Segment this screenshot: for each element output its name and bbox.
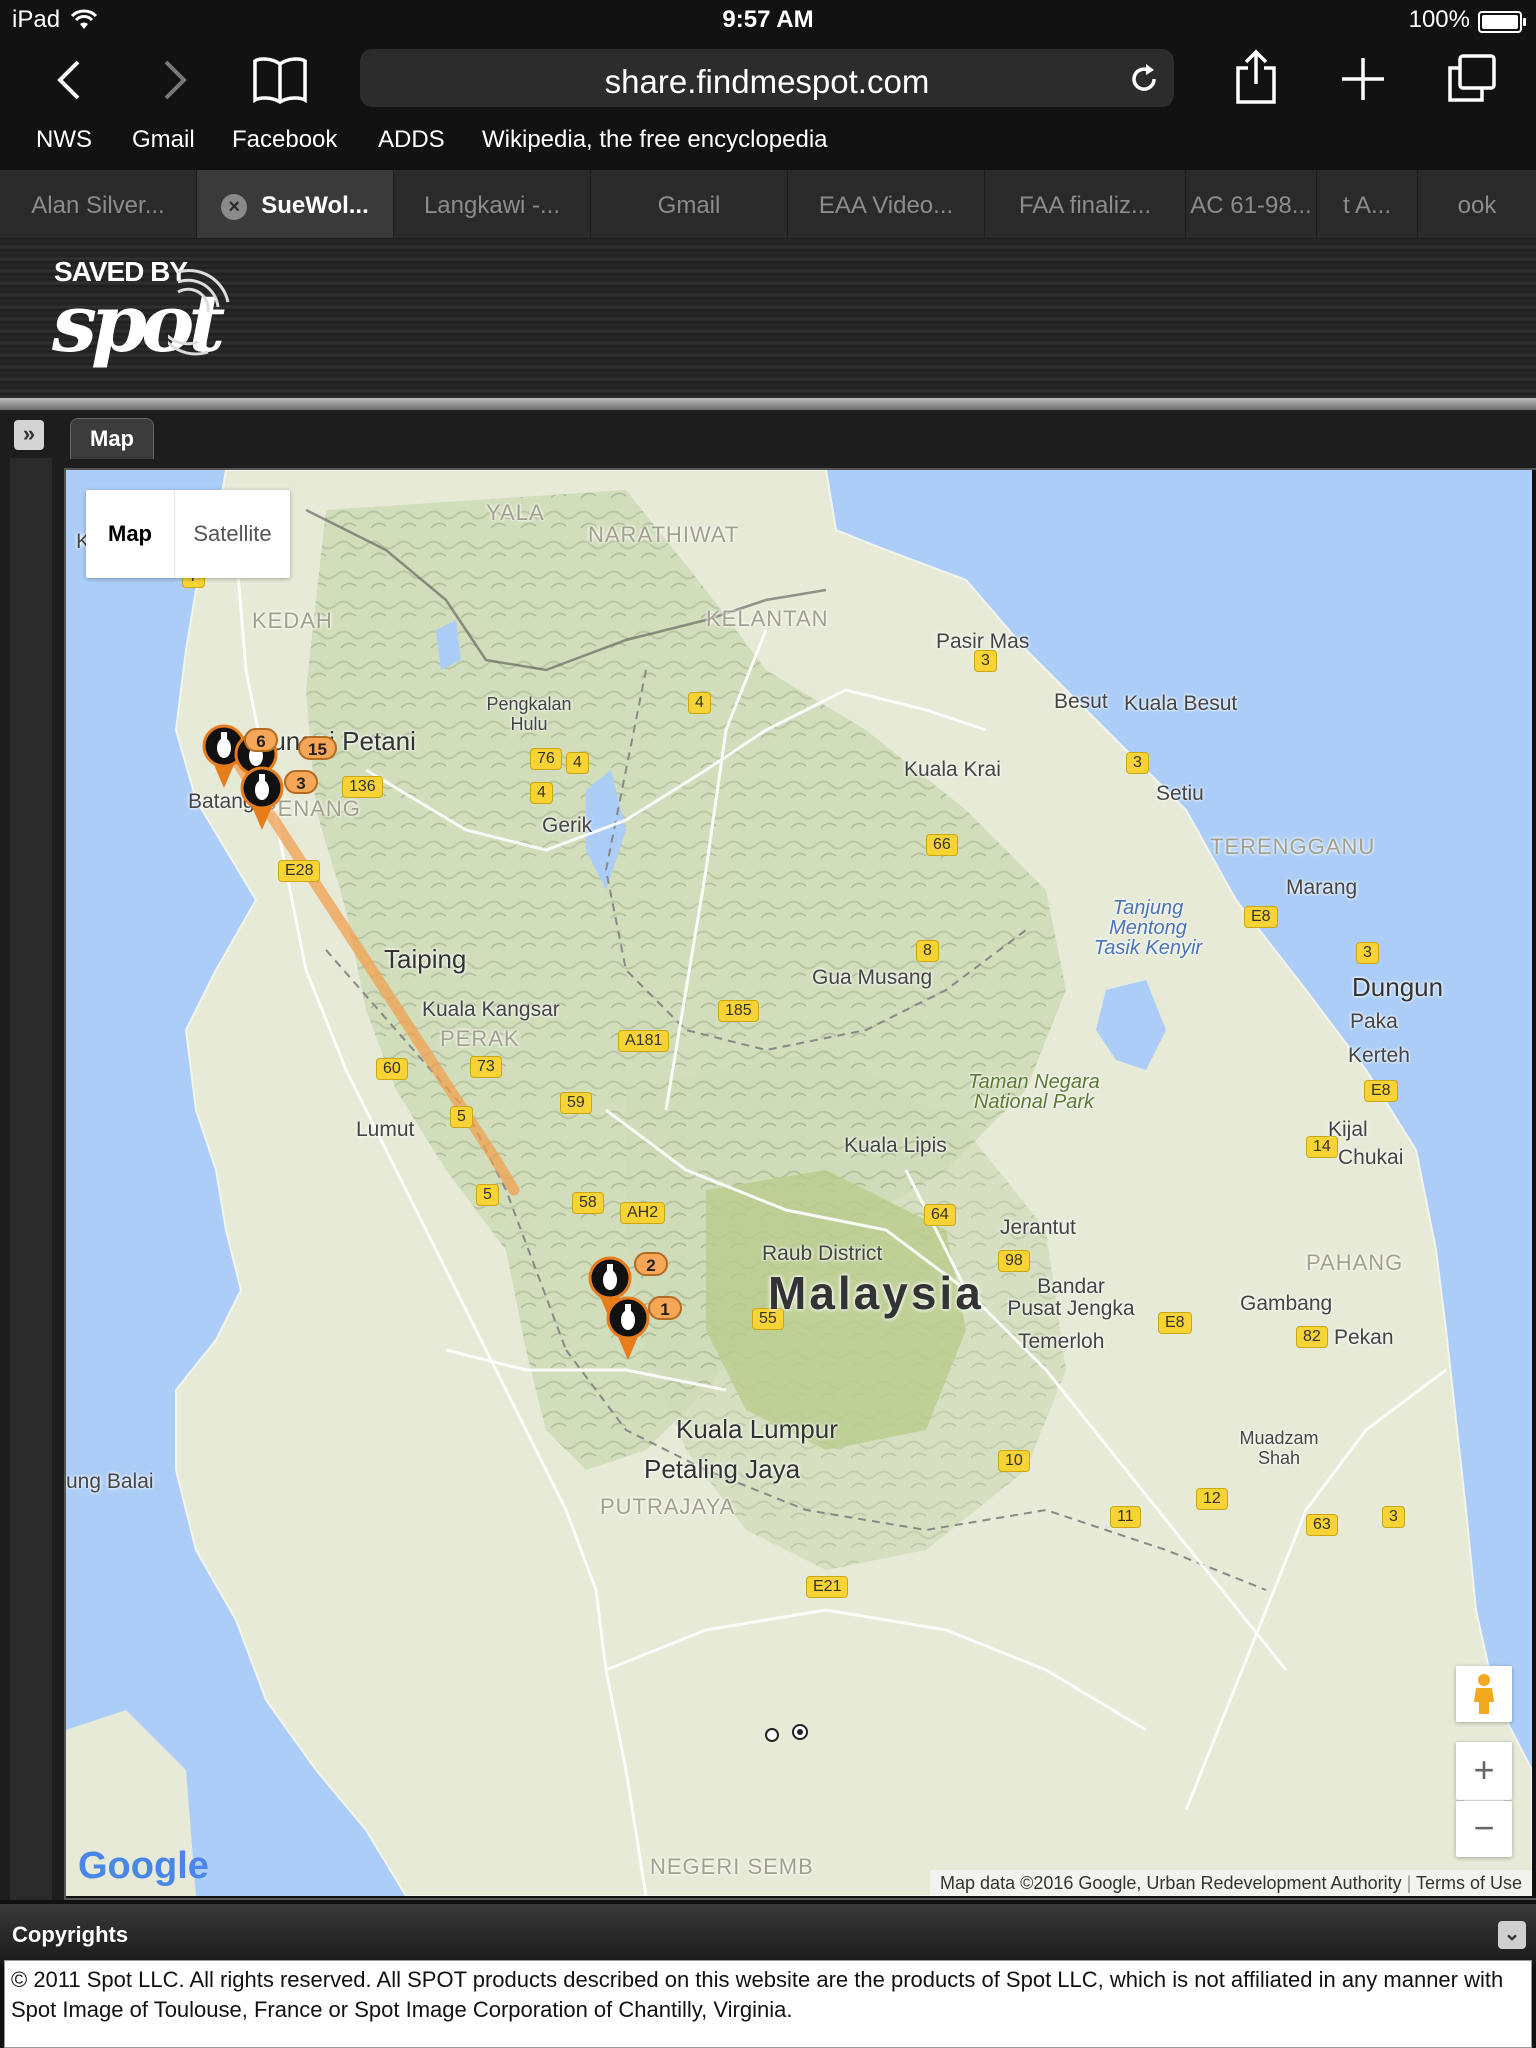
tab-langkawi[interactable]: Langkawi -... [394,170,591,238]
tab-alan-silver[interactable]: Alan Silver... [0,170,197,238]
map[interactable]: 73447641363E28668E83185A1816073559E81455… [66,470,1532,1896]
bookmark-wikipedia[interactable]: Wikipedia, the free encyclopedia [482,126,828,154]
marker-count-badge[interactable]: 15 [298,736,337,760]
tab-bar: Alan Silver... × SueWol... Langkawi -... … [0,170,1536,238]
tab-label: Alan Silver... [31,192,165,219]
tab-label: SueWol... [261,192,369,219]
tab-t-a[interactable]: t A... [1317,170,1418,238]
map-type-satellite-button[interactable]: Satellite [175,490,290,578]
tab-label: Gmail [657,192,721,219]
tab-eaa-video[interactable]: EAA Video... [788,170,985,238]
double-chevron-right-icon[interactable]: » [14,420,44,450]
zoom-in-button[interactable]: + [1456,1742,1512,1800]
share-icon[interactable] [1232,48,1280,106]
marker-pin-penang-3[interactable] [240,766,284,832]
bookmark-facebook[interactable]: Facebook [232,126,337,154]
forward-icon[interactable] [158,58,192,102]
zoom-out-button[interactable]: − [1456,1801,1512,1857]
clock: 9:57 AM [722,6,814,33]
double-chevron-down-icon[interactable]: ⌄ [1498,1921,1526,1949]
marker-count-badge[interactable]: 6 [244,728,278,752]
tab-label: ook [1457,192,1497,219]
map-type-map-button[interactable]: Map [86,490,174,578]
marker-count-badge[interactable]: 1 [648,1296,682,1320]
site-header: SAVED BY spot [0,238,1536,402]
street-view-pegman-icon[interactable] [1456,1666,1512,1722]
tab-label: AC 61-98... [1190,192,1312,219]
google-logo: Google [78,1845,209,1888]
tab-gmail[interactable]: Gmail [591,170,788,238]
tab-label: FAA finaliz... [1018,192,1152,219]
attribution-text: Map data ©2016 Google, Urban Redevelopme… [940,1873,1402,1893]
signal-waves-icon [168,268,230,356]
bookmarks-icon[interactable] [252,56,308,104]
tab-faa[interactable]: FAA finaliz... [985,170,1186,238]
header-divider [0,398,1536,410]
bookmarks-bar: NWS Gmail Facebook ADDS Wikipedia, the f… [0,126,1536,166]
bookmark-gmail[interactable]: Gmail [132,126,195,154]
tab-ac-61-98[interactable]: AC 61-98... [1186,170,1317,238]
tab-suewol[interactable]: × SueWol... [197,170,394,238]
address-bar[interactable]: share.findmespot.com [360,49,1174,107]
marker-count-badge[interactable]: 3 [284,770,318,794]
tab-map[interactable]: Map [70,418,154,459]
marker-pin-perak-2[interactable] [606,1296,650,1362]
copyrights-title: Copyrights [12,1922,129,1947]
back-icon[interactable] [52,58,86,102]
status-bar: iPad 9:57 AM 100% [0,0,1536,40]
browser-toolbar: share.findmespot.com NWS Gmail Facebook … [0,40,1536,170]
battery-fill [1482,15,1518,29]
tab-label: t A... [1342,192,1392,219]
url-text: share.findmespot.com [604,63,930,100]
copyright-text: © 2011 Spot LLC. All rights reserved. Al… [4,1960,1532,2048]
tracking-markers: 6 15 3 2 1 [66,470,1532,1896]
close-tab-icon[interactable]: × [221,193,248,220]
map-attribution: Map data ©2016 Google, Urban Redevelopme… [930,1870,1532,1896]
copyrights-bar: Copyrights ⌄ [0,1904,1536,1964]
tabs-icon[interactable] [1444,52,1500,104]
bookmark-adds[interactable]: ADDS [378,126,445,154]
bookmark-nws[interactable]: NWS [36,126,92,154]
battery-percent: 100% [1408,6,1470,33]
tab-label: EAA Video... [818,192,954,219]
side-panel [10,458,52,1900]
terms-of-use-link[interactable]: Terms of Use [1416,1873,1522,1893]
tab-ook[interactable]: ook [1418,170,1536,238]
google-logo-text: Google [78,1845,209,1887]
new-tab-icon[interactable] [1340,56,1386,102]
tab-label: Langkawi -... [423,192,561,219]
reload-icon[interactable] [1128,63,1160,95]
battery-icon [1478,11,1526,33]
map-type-control: Map Satellite [86,490,290,578]
marker-count-badge[interactable]: 2 [634,1252,668,1276]
